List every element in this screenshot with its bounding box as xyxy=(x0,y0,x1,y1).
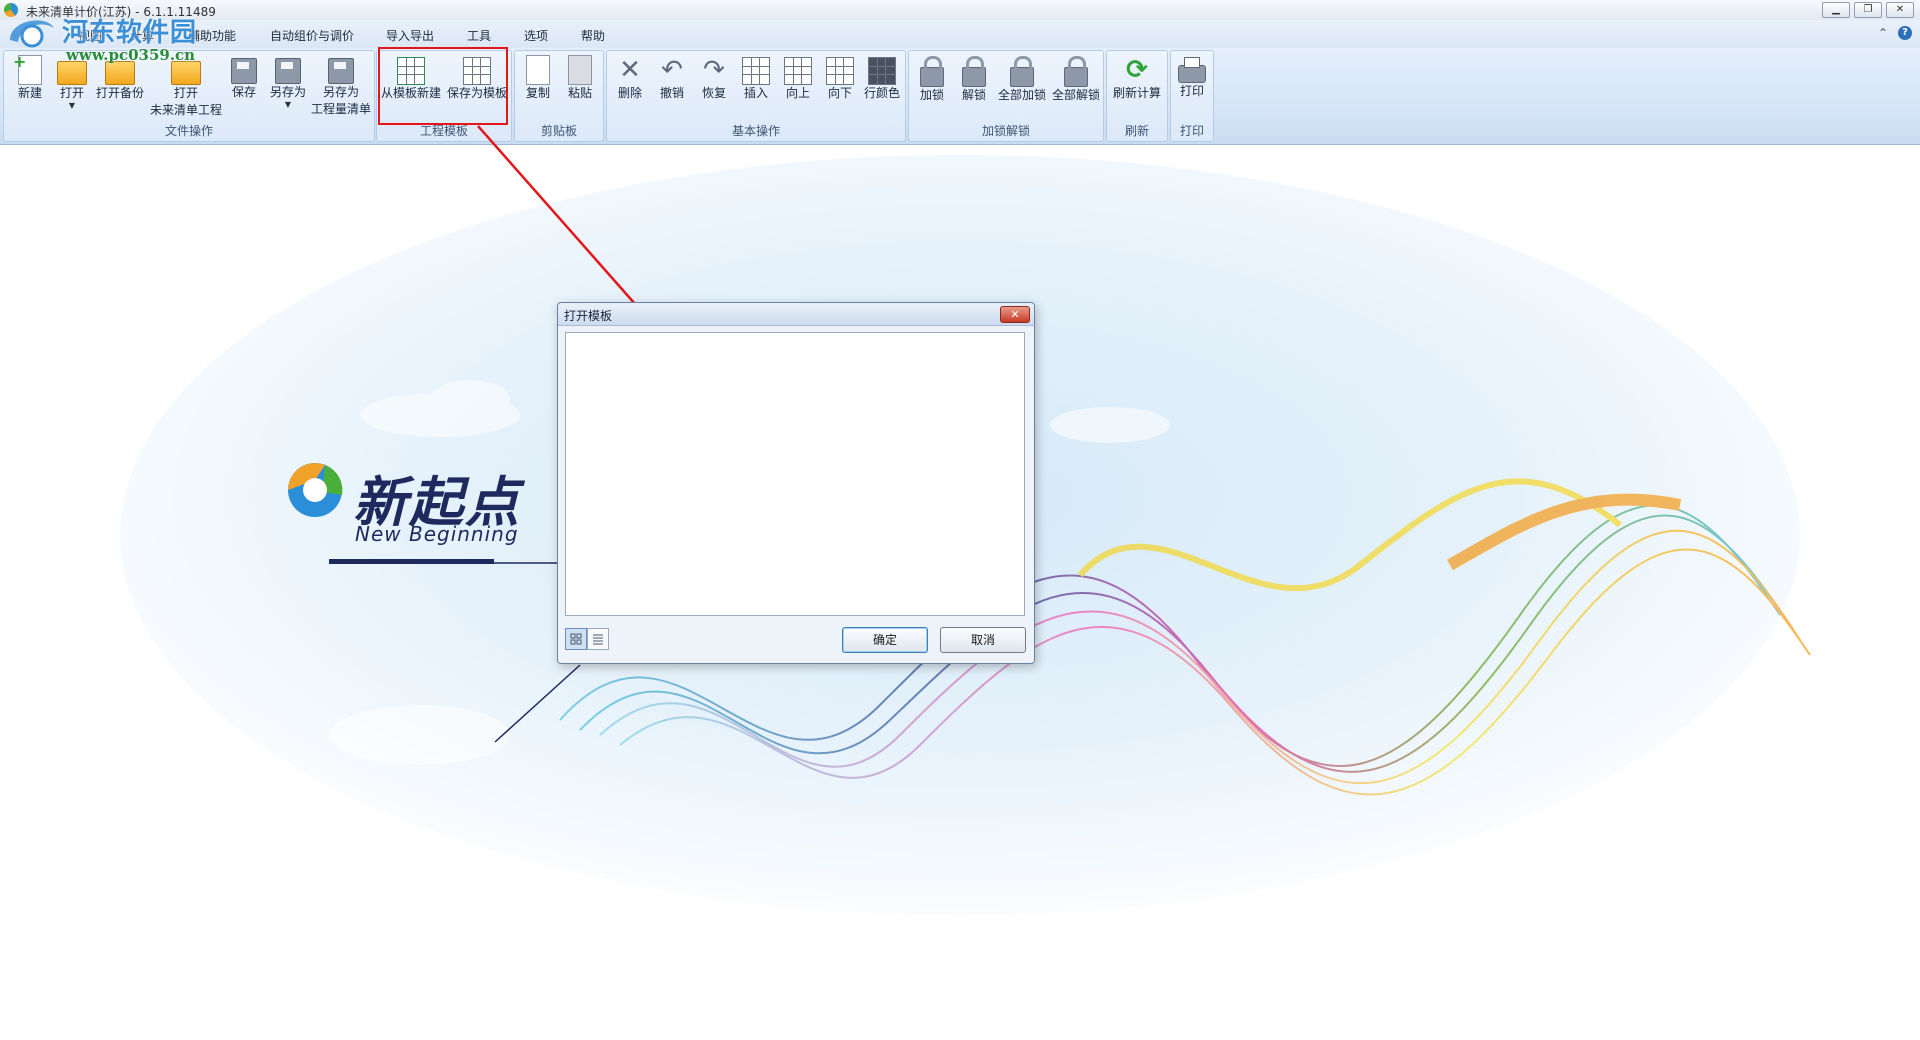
group-label: 刷新 xyxy=(1124,124,1149,138)
save-bill-icon xyxy=(328,58,354,84)
lock-button[interactable]: 加锁 xyxy=(913,55,951,104)
dialog-title: 打开模板 xyxy=(564,309,613,323)
move-up-button[interactable]: 向上 xyxy=(779,55,817,102)
menu-help[interactable]: 帮助 xyxy=(581,27,605,44)
delete-button[interactable]: ✕ 删除 xyxy=(611,55,649,102)
save-as-button[interactable]: 另存为 ▼ xyxy=(266,55,310,109)
menu-options[interactable]: 选项 xyxy=(524,27,548,44)
group-label: 剪贴板 xyxy=(540,124,577,138)
move-down-icon xyxy=(826,57,854,85)
dropdown-arrow-icon[interactable]: ▼ xyxy=(266,101,310,109)
new-document-icon: + xyxy=(13,52,42,85)
brand-logo-icon xyxy=(288,463,343,517)
unlock-icon xyxy=(962,56,986,87)
save-icon xyxy=(231,58,257,84)
menu-auto-price[interactable]: 自动组价与调价 xyxy=(270,27,354,44)
backup-folder-icon xyxy=(105,61,135,85)
watermark-site-name: 河东软件园 xyxy=(62,18,198,48)
cancel-button[interactable]: 取消 xyxy=(940,627,1026,653)
project-folder-icon xyxy=(171,61,201,85)
delete-icon: ✕ xyxy=(619,55,641,85)
menu-import-export[interactable]: 导入导出 xyxy=(386,27,434,44)
watermark-logo-icon xyxy=(10,20,54,48)
lock-all-button[interactable]: 全部加锁 xyxy=(995,55,1049,104)
redo-button[interactable]: ↷ 恢复 xyxy=(695,55,733,102)
new-button[interactable]: + 新建 xyxy=(12,52,48,102)
move-up-icon xyxy=(784,57,812,85)
group-refresh: ⟳ 刷新计算 刷新 xyxy=(1106,50,1168,142)
brand-name-english: New Beginning xyxy=(355,522,519,546)
group-label: 基本操作 xyxy=(731,124,780,138)
grid-view-icon xyxy=(570,633,582,645)
menu-bar: 视图 计算 辅助功能 自动组价与调价 导入导出 工具 选项 帮助 ⌃ ? xyxy=(0,20,1920,48)
icon-view-button[interactable] xyxy=(565,628,587,650)
watermark-url: www.pc0359.cn xyxy=(66,46,196,64)
close-button[interactable]: ✕ xyxy=(1886,2,1914,18)
lock-all-icon xyxy=(1010,56,1034,87)
save-as-bill-button[interactable]: 另存为 工程量清单 xyxy=(310,55,372,118)
open-folder-icon xyxy=(57,61,87,85)
redo-icon: ↷ xyxy=(703,55,725,85)
insert-button[interactable]: 插入 xyxy=(737,55,775,102)
save-button[interactable]: 保存 xyxy=(226,55,262,101)
title-bar: 未来清单计价(江苏) - 6.1.1.11489 ▁ ❐ ✕ xyxy=(0,0,1920,21)
group-label: 加锁解锁 xyxy=(981,124,1030,138)
list-view-button[interactable] xyxy=(587,628,609,650)
group-basic: ✕ 删除 ↶ 撤销 ↷ 恢复 插入 向上 向下 行颜色 基本操作 xyxy=(606,50,906,142)
group-print: 打印 打印 xyxy=(1170,50,1214,142)
list-view-icon xyxy=(593,634,603,645)
undo-button[interactable]: ↶ 撤销 xyxy=(653,55,691,102)
refresh-calc-button[interactable]: ⟳ 刷新计算 xyxy=(1109,55,1165,102)
print-button[interactable]: 打印 xyxy=(1173,55,1211,100)
dialog-close-button[interactable]: ✕ xyxy=(1000,306,1030,323)
dialog-title-bar[interactable]: 打开模板 ✕ xyxy=(558,303,1034,326)
ribbon-collapse-icon[interactable]: ⌃ xyxy=(1878,26,1888,40)
ribbon-toolbar: + 新建 打开 ▼ 打开备份 打开 未来清单工程 保存 另存为 ▼ 另存为 工程… xyxy=(0,48,1920,145)
unlock-button[interactable]: 解锁 xyxy=(955,55,993,104)
help-icon[interactable]: ? xyxy=(1898,26,1912,40)
group-lock: 加锁 解锁 全部加锁 全部解锁 加锁解锁 xyxy=(908,50,1104,142)
paste-icon xyxy=(568,55,592,85)
copy-icon xyxy=(526,55,550,85)
undo-icon: ↶ xyxy=(661,55,683,85)
unlock-all-button[interactable]: 全部解锁 xyxy=(1049,55,1103,104)
lock-icon xyxy=(920,56,944,87)
unlock-all-icon xyxy=(1064,56,1088,87)
table-color-icon xyxy=(868,57,896,85)
insert-row-icon xyxy=(742,57,770,85)
save-as-icon xyxy=(275,58,301,84)
dropdown-arrow-icon[interactable]: ▼ xyxy=(54,102,90,110)
menu-tools[interactable]: 工具 xyxy=(467,27,491,44)
paste-button[interactable]: 粘贴 xyxy=(561,55,599,102)
group-label: 文件操作 xyxy=(164,124,213,138)
group-clipboard: 复制 粘贴 剪贴板 xyxy=(514,50,604,142)
minimize-button[interactable]: ▁ xyxy=(1822,2,1850,18)
ok-button[interactable]: 确定 xyxy=(842,627,928,653)
template-list[interactable] xyxy=(565,332,1025,616)
highlight-box xyxy=(378,47,508,125)
restore-button[interactable]: ❐ xyxy=(1854,2,1882,18)
copy-button[interactable]: 复制 xyxy=(519,55,557,102)
row-color-button[interactable]: 行颜色 xyxy=(861,55,903,102)
move-down-button[interactable]: 向下 xyxy=(821,55,859,102)
open-template-dialog: 打开模板 ✕ 确定 取消 xyxy=(557,302,1035,664)
refresh-icon: ⟳ xyxy=(1126,55,1148,85)
group-label: 打印 xyxy=(1179,124,1204,138)
printer-icon xyxy=(1178,57,1206,83)
brand-underline xyxy=(329,559,494,564)
open-future-project-button[interactable]: 打开 未来清单工程 xyxy=(147,55,225,119)
